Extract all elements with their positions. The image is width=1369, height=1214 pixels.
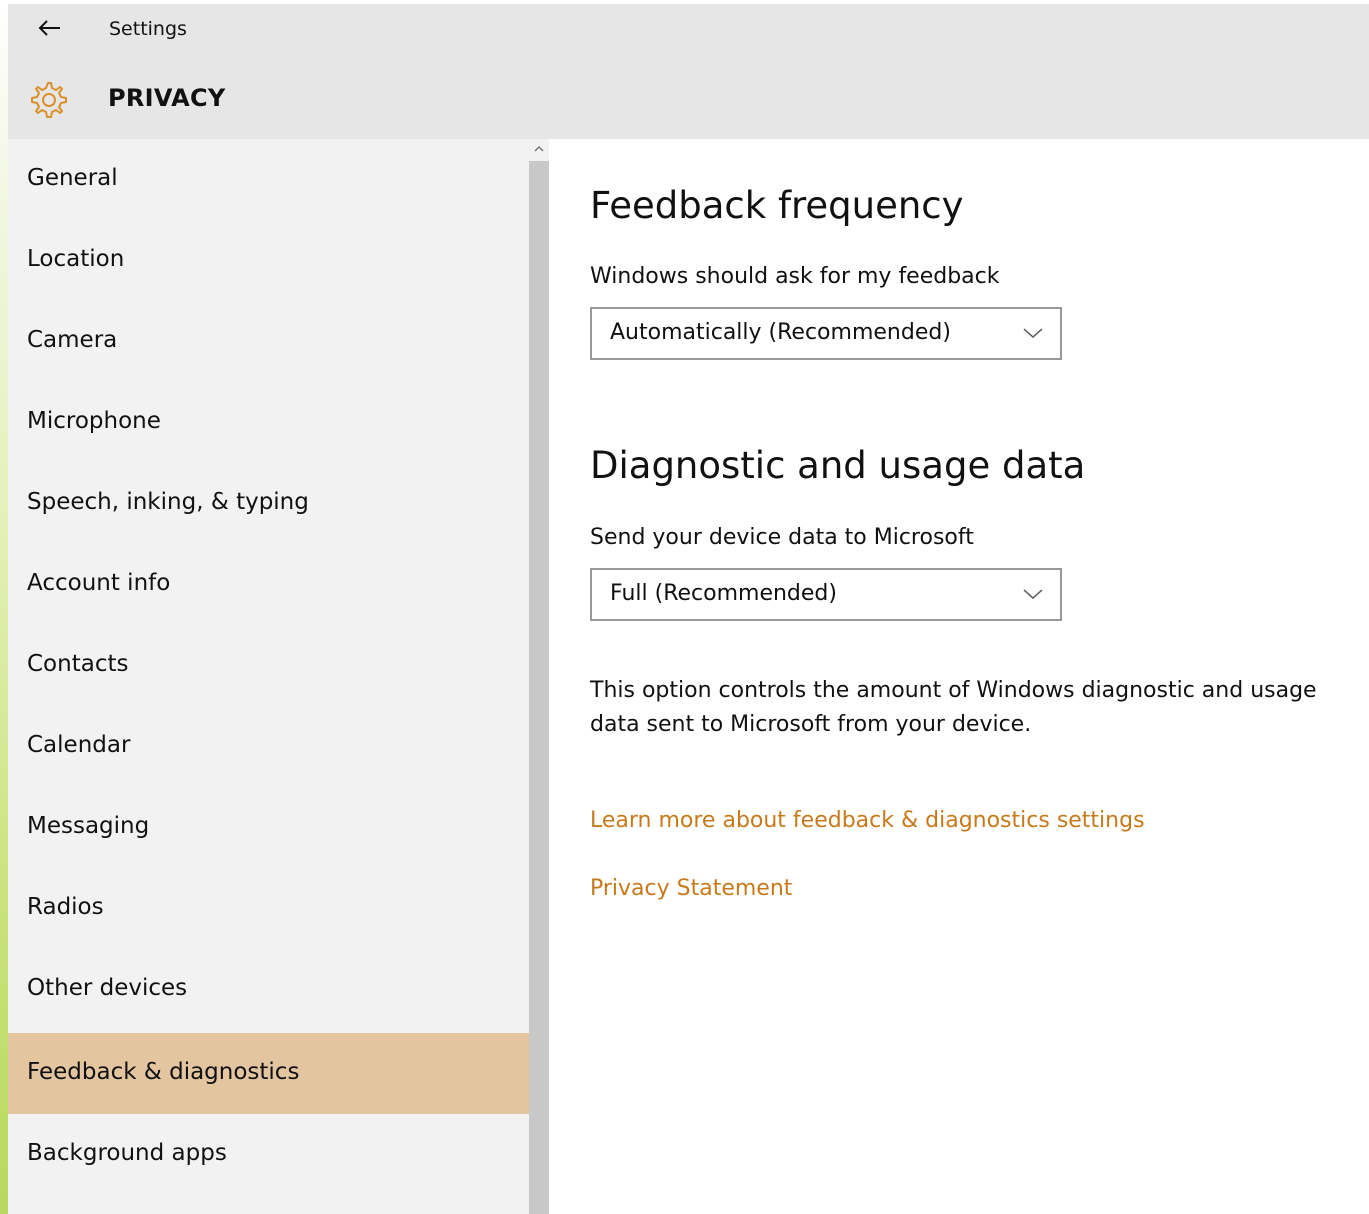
learn-more-link[interactable]: Learn more about feedback & diagnostics …	[590, 808, 1145, 833]
dropdown-selected-value: Full (Recommended)	[610, 581, 837, 606]
chevron-down-icon	[1023, 589, 1043, 600]
sidebar-item-feedback-diagnostics[interactable]: Feedback & diagnostics	[8, 1033, 529, 1114]
diagnostic-usage-heading: Diagnostic and usage data	[590, 444, 1086, 487]
scroll-up-arrow-icon[interactable]	[529, 139, 549, 159]
sidebar-item-camera[interactable]: Camera	[8, 301, 529, 382]
sidebar-item-label: Background apps	[27, 1140, 227, 1166]
sidebar-item-label: Speech, inking, & typing	[27, 489, 309, 515]
sidebar-item-label: Calendar	[27, 732, 131, 758]
feedback-frequency-dropdown[interactable]: Automatically (Recommended)	[590, 307, 1062, 360]
sidebar-scrollbar[interactable]	[529, 139, 549, 1214]
sidebar-item-label: Microphone	[27, 408, 161, 434]
sidebar-item-label: Radios	[27, 894, 104, 920]
header-bar: Settings PRIVACY	[8, 4, 1369, 139]
sidebar-item-contacts[interactable]: Contacts	[8, 625, 529, 706]
dropdown-selected-value: Automatically (Recommended)	[610, 320, 951, 345]
sidebar-item-label: Camera	[27, 327, 118, 353]
app-title: Settings	[109, 18, 187, 40]
sidebar-item-label: Messaging	[27, 813, 150, 839]
feedback-frequency-heading: Feedback frequency	[590, 184, 964, 227]
scrollbar-thumb[interactable]	[529, 161, 549, 1214]
desktop-edge	[0, 0, 8, 1214]
sidebar-item-other-devices[interactable]: Other devices	[8, 949, 529, 1030]
sidebar-item-location[interactable]: Location	[8, 220, 529, 301]
sidebar-item-speech-inking-typing[interactable]: Speech, inking, & typing	[8, 463, 529, 544]
gear-icon	[31, 82, 67, 118]
sidebar-item-calendar[interactable]: Calendar	[8, 706, 529, 787]
diagnostic-data-label: Send your device data to Microsoft	[590, 525, 974, 550]
sidebar-item-radios[interactable]: Radios	[8, 868, 529, 949]
sidebar-item-label: Account info	[27, 570, 171, 596]
privacy-statement-link[interactable]: Privacy Statement	[590, 876, 792, 901]
sidebar-item-label: Location	[27, 246, 125, 272]
sidebar-item-label: General	[27, 165, 118, 191]
sidebar-nav: General Location Camera Microphone Speec…	[8, 139, 529, 1214]
sidebar-item-background-apps[interactable]: Background apps	[8, 1114, 529, 1195]
feedback-frequency-label: Windows should ask for my feedback	[590, 264, 1000, 289]
page-title: PRIVACY	[108, 84, 226, 112]
sidebar-item-messaging[interactable]: Messaging	[8, 787, 529, 868]
sidebar-item-label: Contacts	[27, 651, 129, 677]
diagnostic-data-dropdown[interactable]: Full (Recommended)	[590, 568, 1062, 621]
settings-window: Settings PRIVACY General Location Camera…	[0, 0, 1369, 1214]
diagnostic-description: This option controls the amount of Windo…	[590, 678, 1317, 737]
sidebar-item-label: Feedback & diagnostics	[27, 1059, 300, 1085]
main-content: Feedback frequency Windows should ask fo…	[549, 139, 1369, 1214]
sidebar-item-general[interactable]: General	[8, 139, 529, 220]
chevron-down-icon	[1023, 328, 1043, 339]
sidebar-item-microphone[interactable]: Microphone	[8, 382, 529, 463]
back-arrow-icon[interactable]	[34, 13, 64, 43]
sidebar-item-account-info[interactable]: Account info	[8, 544, 529, 625]
sidebar-item-label: Other devices	[27, 975, 188, 1001]
